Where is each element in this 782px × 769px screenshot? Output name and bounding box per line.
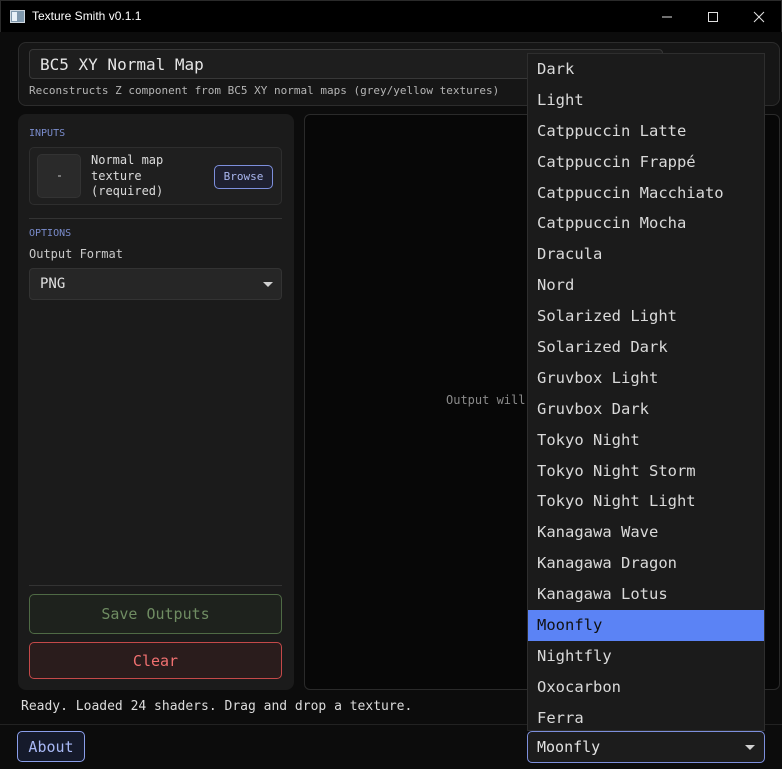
- shader-select-value: BC5 XY Normal Map: [40, 55, 204, 74]
- theme-option[interactable]: Kanagawa Dragon: [528, 548, 764, 579]
- theme-option[interactable]: Nord: [528, 270, 764, 301]
- thumbnail-placeholder-icon: [58, 175, 61, 177]
- output-format-label: Output Format: [29, 247, 123, 261]
- normal-map-label: Normal map texture (required): [91, 153, 164, 198]
- theme-option[interactable]: Oxocarbon: [528, 672, 764, 703]
- app-icon: [10, 10, 25, 23]
- theme-option[interactable]: Catppuccin Latte: [528, 116, 764, 147]
- theme-select-value: Moonfly: [537, 738, 601, 756]
- theme-option[interactable]: Moonfly: [528, 610, 764, 641]
- theme-option[interactable]: Catppuccin Mocha: [528, 208, 764, 239]
- theme-option[interactable]: Catppuccin Macchiato: [528, 178, 764, 209]
- theme-option[interactable]: Kanagawa Wave: [528, 517, 764, 548]
- theme-option[interactable]: Light: [528, 85, 764, 116]
- theme-option[interactable]: Solarized Light: [528, 301, 764, 332]
- chevron-down-icon: [745, 745, 755, 750]
- theme-option[interactable]: Nightfly: [528, 641, 764, 672]
- theme-option[interactable]: Catppuccin Frappé: [528, 147, 764, 178]
- save-outputs-button[interactable]: Save Outputs: [29, 594, 282, 634]
- minimize-button[interactable]: [644, 1, 690, 32]
- title-bar: Texture Smith v0.1.1: [0, 0, 782, 32]
- texture-thumbnail[interactable]: [37, 154, 81, 198]
- browse-button[interactable]: Browse: [214, 165, 273, 189]
- theme-option[interactable]: Kanagawa Lotus: [528, 579, 764, 610]
- theme-option[interactable]: Gruvbox Light: [528, 363, 764, 394]
- actions-divider: [29, 585, 282, 586]
- chevron-down-icon: [263, 282, 273, 287]
- output-format-select[interactable]: PNG: [29, 268, 282, 300]
- maximize-button[interactable]: [690, 1, 736, 32]
- window-title: Texture Smith v0.1.1: [32, 9, 142, 23]
- output-format-value: PNG: [40, 276, 66, 292]
- theme-option[interactable]: Tokyo Night Light: [528, 486, 764, 517]
- maximize-icon: [708, 12, 718, 22]
- section-divider: [29, 218, 282, 219]
- options-section-label: OPTIONS: [29, 228, 72, 239]
- theme-dropdown-list: Dark Light Catppuccin Latte Catppuccin Frap…: [527, 53, 765, 731]
- close-button[interactable]: [736, 1, 782, 32]
- theme-option[interactable]: Tokyo Night Storm: [528, 456, 764, 487]
- output-placeholder: Output will: [446, 393, 526, 407]
- theme-option[interactable]: Dark: [528, 54, 764, 85]
- theme-option[interactable]: Dracula: [528, 239, 764, 270]
- theme-option[interactable]: Gruvbox Dark: [528, 394, 764, 425]
- shader-description: Reconstructs Z component from BC5 XY nor…: [29, 84, 500, 97]
- close-icon: [753, 11, 765, 23]
- theme-option[interactable]: Tokyo Night: [528, 425, 764, 456]
- theme-option[interactable]: Solarized Dark: [528, 332, 764, 363]
- theme-select[interactable]: Moonfly: [527, 731, 765, 763]
- about-button[interactable]: About: [17, 731, 85, 762]
- clear-button[interactable]: Clear: [29, 642, 282, 679]
- status-text: Ready. Loaded 24 shaders. Drag and drop …: [21, 699, 413, 714]
- theme-option[interactable]: Ferra: [528, 703, 764, 730]
- inputs-section-label: INPUTS: [29, 128, 66, 139]
- minimize-icon: [662, 16, 672, 18]
